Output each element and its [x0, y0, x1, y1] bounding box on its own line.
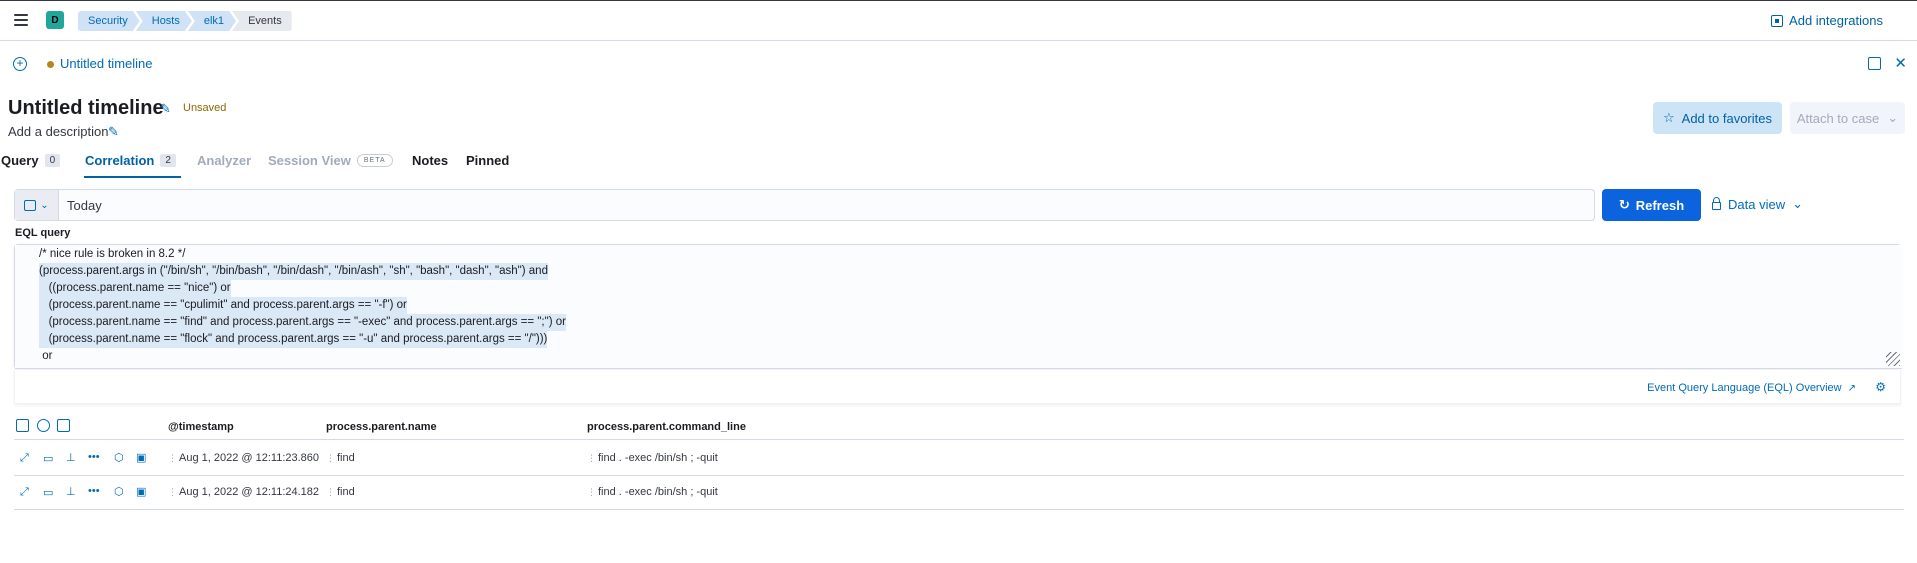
tab-analyzer: Analyzer [197, 153, 251, 168]
eql-line: (process.parent.name == "flock" and proc… [39, 331, 548, 348]
eql-footer: Event Query Language (EQL) Overview ↗ ⚙ [14, 370, 1901, 404]
add-to-favorites-label: Add to favorites [1681, 110, 1772, 126]
column-header-parent-name[interactable]: process.parent.name [326, 421, 437, 433]
grid-header [14, 418, 1904, 440]
quick-select-button[interactable]: ⌄ [15, 190, 59, 220]
eql-docs-label: Event Query Language (EQL) Overview [1647, 382, 1842, 394]
eql-line: /* nice rule is broken in 8.2 */ [39, 248, 186, 260]
table-row: ⤢ ▭ ⊥ ••• ⬡ ▣ Aug 1, 2022 @ 12:11:23.860… [14, 442, 1904, 476]
breadcrumb-security[interactable]: Security [78, 11, 140, 31]
breadcrumb: Security Hosts elk1 Events [78, 11, 292, 31]
tab-notes[interactable]: Notes [412, 153, 448, 168]
comment-icon[interactable]: ▭ [43, 452, 53, 465]
attach-to-case-button[interactable]: Attach to case ⌄ [1790, 102, 1905, 134]
attach-to-case-label: Attach to case [1796, 110, 1880, 126]
refresh-label: Refresh [1635, 197, 1685, 213]
date-range-value[interactable]: Today [67, 198, 102, 213]
lock-icon [1712, 197, 1721, 210]
table-row: ⤢ ▭ ⊥ ••• ⬡ ▣ Aug 1, 2022 @ 12:11:24.182… [14, 476, 1904, 510]
fullscreen-icon[interactable] [57, 419, 70, 432]
eql-query-textarea[interactable]: /* nice rule is broken in 8.2 */ (proces… [15, 245, 1902, 369]
more-icon[interactable]: ••• [88, 485, 100, 497]
space-avatar[interactable]: D [46, 11, 64, 29]
cell-command-line: find . -exec /bin/sh ; -quit [587, 486, 718, 498]
close-icon[interactable]: ✕ [1894, 54, 1907, 72]
add-integrations-label: Add integrations [1789, 13, 1883, 28]
more-icon[interactable]: ••• [88, 451, 100, 463]
description-placeholder[interactable]: Add a description [8, 124, 108, 139]
eql-line: ((process.parent.name == "nice") or [39, 280, 231, 297]
tab-session-view: Session View BETA [268, 153, 393, 168]
eql-docs-link[interactable]: Event Query Language (EQL) Overview ↗ [1647, 382, 1856, 394]
tab-correlation[interactable]: Correlation 2 [85, 153, 176, 168]
pencil-icon[interactable]: ✎ [160, 101, 171, 117]
eql-line: (process.parent.args in ("/bin/sh", "/bi… [39, 263, 548, 280]
eql-line: (process.parent.name == "find" and proce… [39, 314, 566, 331]
star-icon: ☆ [1663, 110, 1675, 125]
tab-label: Query [1, 153, 39, 168]
add-integrations-link[interactable]: Add integrations [1771, 13, 1883, 28]
expand-icon[interactable]: ⤢ [20, 452, 29, 465]
page-title: Untitled timeline [8, 97, 164, 119]
date-picker[interactable]: ⌄ Today [14, 189, 1595, 221]
integrations-icon [1771, 14, 1784, 27]
column-header-command-line[interactable]: process.parent.command_line [587, 421, 746, 433]
data-view-selector[interactable]: Data view ⌄ [1712, 196, 1803, 212]
breadcrumb-events: Events [232, 11, 292, 31]
data-view-label: Data view [1728, 196, 1786, 212]
status-badge: Unsaved [183, 102, 227, 114]
tab-label: Analyzer [197, 153, 252, 168]
calendar-icon [24, 199, 37, 211]
resize-handle-icon[interactable] [1886, 352, 1900, 366]
eql-line: or [39, 350, 53, 362]
refresh-icon: ↻ [1618, 197, 1630, 212]
inspect-icon[interactable] [1868, 57, 1881, 70]
expand-icon[interactable]: ⤢ [20, 486, 29, 499]
timeline-bar-title[interactable]: Untitled timeline [60, 56, 153, 71]
cell-parent-name: find [326, 452, 355, 464]
session-view-icon[interactable]: ▣ [136, 485, 146, 498]
breadcrumb-hosts[interactable]: Hosts [136, 11, 192, 31]
timeline-bar [0, 42, 1917, 76]
tab-label: Notes [412, 153, 449, 168]
breadcrumb-elk1[interactable]: elk1 [188, 11, 236, 31]
eql-query-editor[interactable]: /* nice rule is broken in 8.2 */ (proces… [14, 244, 1902, 369]
beta-badge: BETA [356, 154, 393, 167]
menu-icon[interactable] [14, 14, 28, 26]
pencil-icon[interactable]: ✎ [108, 124, 119, 140]
tab-label: Pinned [466, 153, 510, 168]
cell-parent-name: find [326, 486, 355, 498]
chevron-down-icon: ⌄ [1792, 196, 1803, 211]
session-view-icon[interactable]: ▣ [136, 451, 146, 464]
chevron-down-icon: ⌄ [40, 199, 49, 211]
chevron-down-icon: ⌄ [1887, 110, 1899, 125]
analyze-icon[interactable]: ⬡ [114, 451, 124, 464]
options-icon[interactable]: ⚙ [1875, 380, 1886, 394]
tab-label: Session View [268, 153, 351, 168]
refresh-button[interactable]: ↻ Refresh [1602, 189, 1701, 221]
tab-query[interactable]: Query 0 [1, 153, 61, 168]
tab-count: 2 [160, 154, 176, 167]
column-header-timestamp[interactable]: @timestamp [168, 421, 234, 433]
unsaved-dot-icon [47, 61, 54, 68]
cell-command-line: find . -exec /bin/sh ; -quit [587, 452, 718, 464]
cell-timestamp: Aug 1, 2022 @ 12:11:23.860 [168, 452, 319, 464]
fields-browser-icon[interactable] [16, 419, 29, 432]
analyze-icon[interactable]: ⬡ [114, 485, 124, 498]
new-timeline-icon[interactable]: + [13, 57, 27, 71]
eql-line: (process.parent.name == "cpulimit" and p… [39, 297, 407, 314]
pin-icon[interactable]: ⊥ [66, 485, 76, 498]
cell-timestamp: Aug 1, 2022 @ 12:11:24.182 [168, 486, 319, 498]
pin-icon[interactable]: ⊥ [66, 451, 76, 464]
external-link-icon: ↗ [1847, 382, 1856, 394]
eql-query-label: EQL query [15, 227, 71, 239]
add-to-favorites-button[interactable]: ☆ Add to favorites [1653, 102, 1782, 134]
tab-label: Correlation [85, 153, 155, 168]
selected-tab-indicator [84, 176, 181, 178]
gear-icon[interactable] [37, 419, 50, 432]
comment-icon[interactable]: ▭ [43, 486, 53, 499]
tab-count: 0 [44, 154, 61, 167]
tab-pinned[interactable]: Pinned [466, 153, 509, 168]
